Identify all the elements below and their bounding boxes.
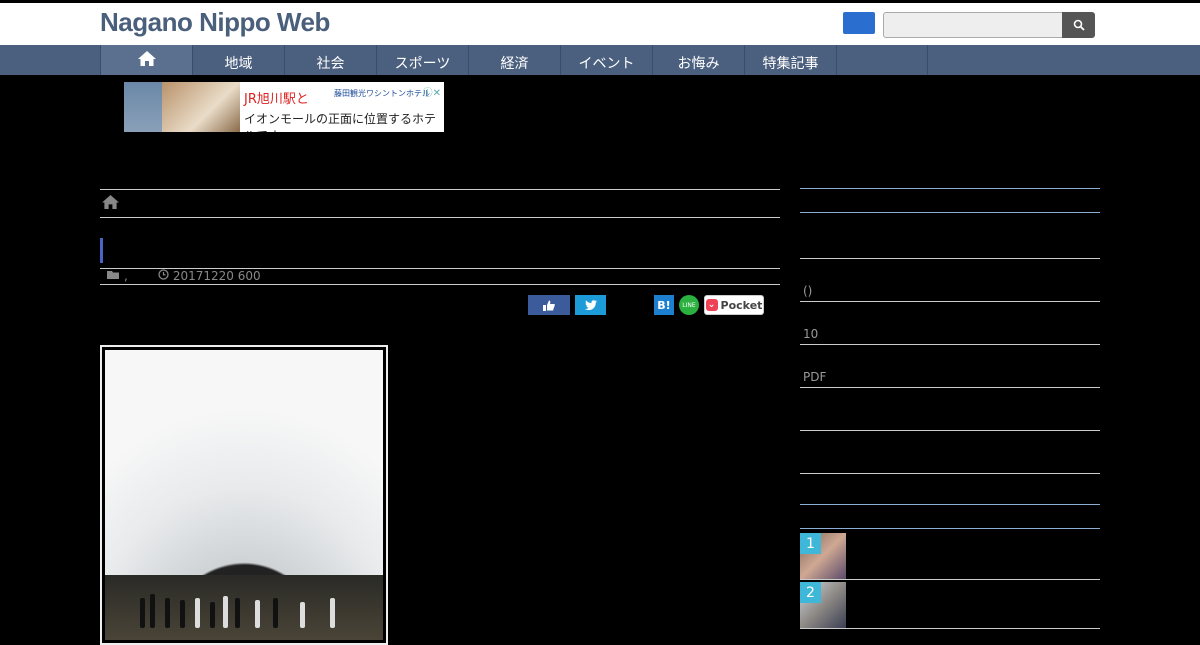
- figure: [330, 598, 335, 628]
- site-header: Nagano Nippo Web: [0, 0, 1200, 45]
- ranking-number: 2: [800, 582, 821, 603]
- sidebar-divider: [800, 579, 1100, 580]
- figure: [180, 600, 185, 628]
- sidebar-divider: [800, 430, 1100, 431]
- nav-item-local[interactable]: 地域: [192, 45, 284, 75]
- figure: [165, 598, 170, 628]
- tunnel-floor: [105, 575, 383, 640]
- ad-headline: JR旭川駅と: [244, 92, 309, 107]
- line-share-button[interactable]: LINE: [679, 295, 699, 315]
- nav-item-extra[interactable]: [836, 45, 928, 75]
- ad-room-image: [162, 82, 240, 132]
- nav-item-sports[interactable]: スポーツ: [376, 45, 468, 75]
- sidebar-divider: [800, 301, 1100, 302]
- nav-item-events[interactable]: イベント: [560, 45, 652, 75]
- article-photo[interactable]: [100, 345, 388, 645]
- sidebar-item[interactable]: PDF: [803, 370, 826, 384]
- figure: [195, 598, 200, 628]
- divider: [100, 217, 780, 218]
- home-icon[interactable]: [101, 194, 120, 210]
- main-nav: 地域 社会 スポーツ 経済 イベント お悔み 特集記事: [0, 45, 1200, 75]
- figure: [235, 598, 240, 628]
- folder-icon: [107, 269, 120, 283]
- nav-home[interactable]: [100, 45, 192, 75]
- nav-item-obituaries[interactable]: お悔み: [652, 45, 744, 75]
- breadcrumb: [101, 194, 120, 214]
- search-icon: [1073, 19, 1085, 31]
- sidebar-divider: [800, 387, 1100, 388]
- divider: [100, 284, 780, 285]
- figure: [273, 598, 278, 628]
- ranking-thumbnail[interactable]: 2: [800, 582, 846, 628]
- article-categories[interactable]: ,: [124, 269, 128, 283]
- tunnel-image: [105, 350, 383, 640]
- nav-item-economy[interactable]: 経済: [468, 45, 560, 75]
- nav-item-features[interactable]: 特集記事: [744, 45, 836, 75]
- figure: [140, 598, 145, 628]
- figure: [150, 594, 155, 628]
- clock-icon: [158, 269, 169, 283]
- sidebar-divider: [800, 344, 1100, 345]
- figure: [223, 596, 228, 628]
- sidebar-item[interactable]: 10: [803, 327, 818, 341]
- sidebar-divider: [800, 212, 1100, 213]
- menu-button[interactable]: [843, 12, 875, 34]
- banner-ad[interactable]: JR旭川駅と 藤田観光ワシントンホテル イオンモールの正面に位置するホテルです。…: [124, 82, 444, 132]
- search-input[interactable]: [883, 12, 1063, 38]
- sidebar-divider: [800, 188, 1100, 189]
- sidebar-divider: [800, 628, 1100, 629]
- home-icon: [137, 51, 156, 66]
- sidebar-divider: [800, 528, 1100, 529]
- thumbs-up-icon: [543, 300, 555, 311]
- facebook-like-button[interactable]: [528, 295, 570, 315]
- article-date: 20171220 600: [172, 269, 261, 283]
- sidebar-divider: [800, 504, 1100, 505]
- pocket-label: Pocket: [720, 298, 763, 312]
- figure: [255, 600, 260, 628]
- figure: [300, 602, 305, 628]
- nav-item-society[interactable]: 社会: [284, 45, 376, 75]
- pocket-icon: ⌄: [705, 299, 718, 311]
- article-title-marker: [100, 238, 103, 263]
- ad-brand: 藤田観光ワシントンホテル: [334, 89, 430, 98]
- figure: [210, 602, 215, 628]
- ranking-number: 1: [800, 533, 821, 554]
- pocket-button[interactable]: ⌄ Pocket: [704, 295, 764, 315]
- sidebar-divider: [800, 258, 1100, 259]
- twitter-share-button[interactable]: [575, 295, 606, 315]
- divider: [100, 189, 780, 190]
- ad-close-icon[interactable]: ⓘ✕: [423, 84, 441, 99]
- hatena-bookmark-button[interactable]: B!: [654, 295, 674, 315]
- ad-subline: イオンモールの正面に位置するホテルです。: [244, 112, 437, 132]
- site-logo[interactable]: Nagano Nippo Web: [100, 7, 330, 38]
- sidebar-divider: [800, 473, 1100, 474]
- ranking-thumbnail[interactable]: 1: [800, 533, 846, 579]
- search-button[interactable]: [1062, 12, 1095, 38]
- twitter-icon: [584, 299, 597, 310]
- article-meta: , 20171220 600: [107, 269, 261, 283]
- ad-building-image: [124, 82, 162, 132]
- sidebar-item[interactable]: (): [803, 284, 812, 298]
